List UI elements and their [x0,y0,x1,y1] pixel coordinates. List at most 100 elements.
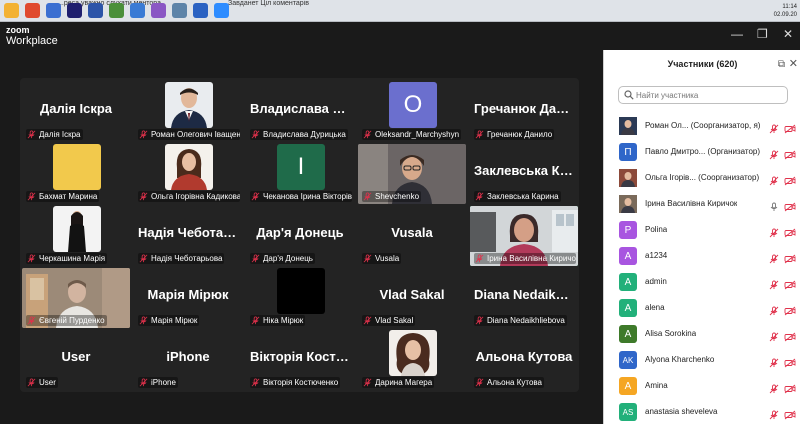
taskbar-app-icon[interactable] [172,3,187,18]
participant-name: Ольга Ігорів... (Соорганизатор) [645,173,759,182]
participant-name-text: anastasia sheveleva [645,407,718,416]
mic-muted-icon[interactable] [769,407,779,420]
video-tile[interactable]: Роман Олегович Іващен... [134,82,242,142]
video-tile[interactable]: Далія Іскра Далія Іскра [22,82,130,142]
taskbar-clock[interactable]: 11:14 02.09.20 [774,3,797,19]
video-tile[interactable]: User User [22,330,130,390]
camera-off-icon[interactable] [784,147,796,160]
mic-muted-icon[interactable] [769,121,779,134]
video-tile[interactable]: Євгеній Пурденко [22,268,130,328]
mic-muted-icon[interactable] [769,303,779,316]
maximize-button[interactable]: ❐ [757,28,768,40]
video-tile[interactable]: Shevchenko [358,144,466,204]
tile-name-label: Владислава Дурицька [250,129,348,140]
video-tile[interactable]: Владислава Ду... Владислава Дурицька [246,82,354,142]
video-tile[interactable]: Вікторія Костю... Вікторія Костюченко [246,330,354,390]
participant-row[interactable]: П Павло Дмитро... (Организатор) [604,140,800,164]
taskbar-app-icon[interactable] [25,3,40,18]
participant-row[interactable]: Роман Ол... (Соорганизатор, я) [604,114,800,138]
taskbar-app-icon[interactable] [109,3,124,18]
taskbar-app-icon[interactable] [214,3,229,18]
taskbar-app-icon[interactable] [67,3,82,18]
video-tile[interactable]: Vlad Sakal Vlad Sakal [358,268,466,328]
taskbar-app-icon[interactable] [88,3,103,18]
mic-muted-icon[interactable] [769,147,779,160]
participant-row[interactable]: Ірина Василівна Киричок [604,192,800,216]
video-tile[interactable]: Diana Nedaikhli... Diana Nedaikhliebova [470,268,578,328]
mic-muted-icon[interactable] [769,225,779,238]
taskbar-app-icon[interactable] [4,3,19,18]
camera-off-icon[interactable] [784,121,796,134]
taskbar-app-icon[interactable] [46,3,61,18]
video-tile[interactable]: I Чеканова Ірина Вікторів... [246,144,354,204]
mic-muted-icon[interactable] [769,381,779,394]
mic-muted-icon[interactable] [769,173,779,186]
video-tile[interactable]: Альона Кутова Альона Кутова [470,330,578,390]
video-tile[interactable]: Дарина Магера [358,330,466,390]
participant-avatar: AS [619,403,637,421]
camera-off-icon[interactable] [784,225,796,238]
participant-row[interactable]: A Alisa Sorokina [604,322,800,346]
close-panel-icon[interactable]: ✕ [789,57,798,70]
video-tile[interactable]: O Oleksandr_Marchyshyn [358,82,466,142]
participant-row[interactable]: Ольга Ігорів... (Соорганизатор) [604,166,800,190]
taskbar-app-icon[interactable] [193,3,208,18]
taskbar-app-icon[interactable] [151,3,166,18]
participant-row[interactable]: AS anastasia sheveleva [604,400,800,424]
mic-muted-icon[interactable] [769,277,779,290]
video-tile[interactable]: Марія Мірюк Марія Мірюк [134,268,242,328]
participant-row[interactable]: P Polina [604,218,800,242]
video-tile[interactable]: Дар'я Донець Дар'я Донець [246,206,354,266]
camera-off-icon[interactable] [784,251,796,264]
video-tile[interactable]: Ніка Мірюк [246,268,354,328]
tile-name-label: Дарина Магера [362,377,435,388]
os-taskbar: ...реса уважно слухати ментора Завданет … [0,0,800,22]
mic-muted-icon[interactable] [769,251,779,264]
video-tile[interactable]: Ірина Василівна Киричок [470,206,578,266]
camera-off-icon[interactable] [784,355,796,368]
tile-name-label: Черкашина Марія [26,253,108,264]
popout-icon[interactable]: ⧉ [778,59,785,70]
participant-row[interactable]: AK Alyona Kharchenko [604,348,800,372]
tile-label-text: Євгеній Пурденко [39,316,105,325]
camera-off-icon[interactable] [784,303,796,316]
participant-row[interactable]: Aalena [604,296,800,320]
camera-off-icon[interactable] [784,277,796,290]
camera-off-icon[interactable] [784,173,796,186]
participant-name: Polina [645,225,667,234]
taskbar-clock-time: 11:14 [782,4,797,10]
close-window-button[interactable]: ✕ [783,28,793,40]
participant-avatar-initials: A [624,302,632,314]
video-tile[interactable]: Ольга Ігорівна Кадикова [134,144,242,204]
search-icon [624,90,634,100]
camera-off-icon[interactable] [784,407,796,420]
taskbar-app-icon[interactable] [130,3,145,18]
camera-off-icon[interactable] [784,329,796,342]
zoom-logo-product: Workplace [6,35,58,47]
participant-row[interactable]: A Amina [604,374,800,398]
minimize-button[interactable]: — [731,28,743,40]
video-tile[interactable]: Надія Чеботар... Надія Чеботарьова [134,206,242,266]
mic-muted-icon[interactable] [769,329,779,342]
tile-name-label: Бахмат Марина [26,191,100,202]
participant-avatar: П [619,143,637,161]
video-tile[interactable]: Бахмат Марина [22,144,130,204]
camera-off-icon[interactable] [784,381,796,394]
video-tile[interactable]: Черкашина Марія [22,206,130,266]
mic-on-icon[interactable] [769,199,779,211]
mic-muted-icon[interactable] [769,355,779,368]
video-tile[interactable]: iPhone iPhone [134,330,242,390]
mic-muted-icon [475,192,484,201]
tile-label-text: Oleksandr_Marchyshyn [375,130,460,139]
participant-avatar [619,195,637,213]
video-tile[interactable]: Гречанюк Дан... Гречанюк Данило [470,82,578,142]
participant-avatar: A [619,325,637,343]
tile-name-label: Diana Nedaikhliebova [474,315,567,326]
participant-search-input[interactable] [636,88,784,102]
participant-row[interactable]: Aa1234 [604,244,800,268]
participant-row[interactable]: Aadmin [604,270,800,294]
video-tile[interactable]: Vusala Vusala [358,206,466,266]
camera-off-icon[interactable] [784,199,796,212]
tile-display-name: Дар'я Донець [256,225,344,240]
video-tile[interactable]: Заклевська Ка... Заклевська Карина [470,144,578,204]
